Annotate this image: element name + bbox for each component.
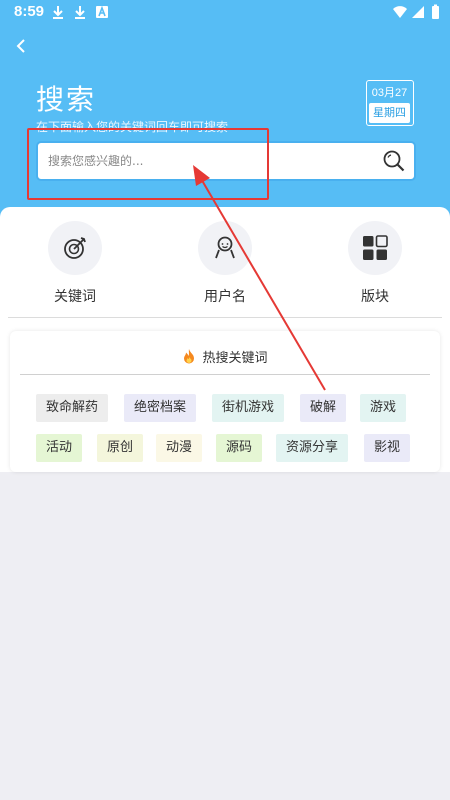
hot-keywords-divider xyxy=(20,374,430,375)
download-icon xyxy=(53,6,63,19)
status-time: 8:59 xyxy=(14,3,45,20)
user-icon xyxy=(215,236,235,259)
category-keyword-label: 关键词 xyxy=(54,289,96,305)
page-title: 搜索 xyxy=(36,83,97,116)
grid-icon xyxy=(363,235,388,260)
fire-icon xyxy=(184,349,195,364)
status-bar: 8:59 xyxy=(0,0,450,24)
signal-icon xyxy=(412,6,424,18)
date-badge: 03月27 星期四 xyxy=(366,80,414,126)
date-weekday: 星期四 xyxy=(369,103,410,123)
category-username-circle[interactable] xyxy=(198,221,252,275)
search-input[interactable] xyxy=(48,143,368,179)
category-keyword-circle[interactable] xyxy=(48,221,102,275)
category-username[interactable]: 用户名 xyxy=(185,221,265,306)
hot-tag[interactable]: 动漫 xyxy=(156,434,203,462)
wifi-icon xyxy=(393,6,407,18)
content-panel: 关键词 用户名 版块 热搜关键词 致命解药 绝密档案 街机游戏 破解 游戏 活动… xyxy=(0,207,450,472)
category-board[interactable]: 版块 xyxy=(335,221,415,306)
hot-keywords-title: 热搜关键词 xyxy=(10,347,440,366)
battery-icon xyxy=(432,4,439,19)
app-notification-icon xyxy=(96,5,108,18)
hot-tag[interactable]: 影视 xyxy=(364,434,411,462)
header-banner: 8:59 搜索 在下面输入您的关键词回车即可搜索 03月27 星期四 xyxy=(0,0,450,220)
hot-tag[interactable]: 游戏 xyxy=(360,394,407,422)
hot-tag[interactable]: 街机游戏 xyxy=(212,394,285,422)
category-username-label: 用户名 xyxy=(204,289,246,305)
hot-tag[interactable]: 资源分享 xyxy=(276,434,349,462)
hot-tag[interactable]: 源码 xyxy=(216,434,263,462)
hot-tag[interactable]: 破解 xyxy=(300,394,347,422)
search-icon[interactable] xyxy=(382,149,406,173)
download-icon xyxy=(75,6,85,19)
hot-tag[interactable]: 致命解药 xyxy=(36,394,109,422)
hot-tag[interactable]: 活动 xyxy=(36,434,83,462)
divider xyxy=(8,317,442,318)
category-board-circle[interactable] xyxy=(348,221,402,275)
hot-tag[interactable]: 原创 xyxy=(97,434,144,462)
target-icon xyxy=(64,237,86,259)
hot-keywords-card: 热搜关键词 致命解药 绝密档案 街机游戏 破解 游戏 活动 原创 动漫 源码 资… xyxy=(10,331,440,472)
hot-keywords-title-text: 热搜关键词 xyxy=(202,351,268,366)
date-month-day: 03月27 xyxy=(371,87,408,99)
back-arrow-icon[interactable] xyxy=(12,36,32,56)
category-keyword[interactable]: 关键词 xyxy=(35,221,115,306)
search-box[interactable] xyxy=(36,141,416,181)
category-board-label: 版块 xyxy=(361,289,389,305)
page-subtitle: 在下面输入您的关键词回车即可搜索 xyxy=(36,120,229,134)
hot-tag[interactable]: 绝密档案 xyxy=(124,394,197,422)
